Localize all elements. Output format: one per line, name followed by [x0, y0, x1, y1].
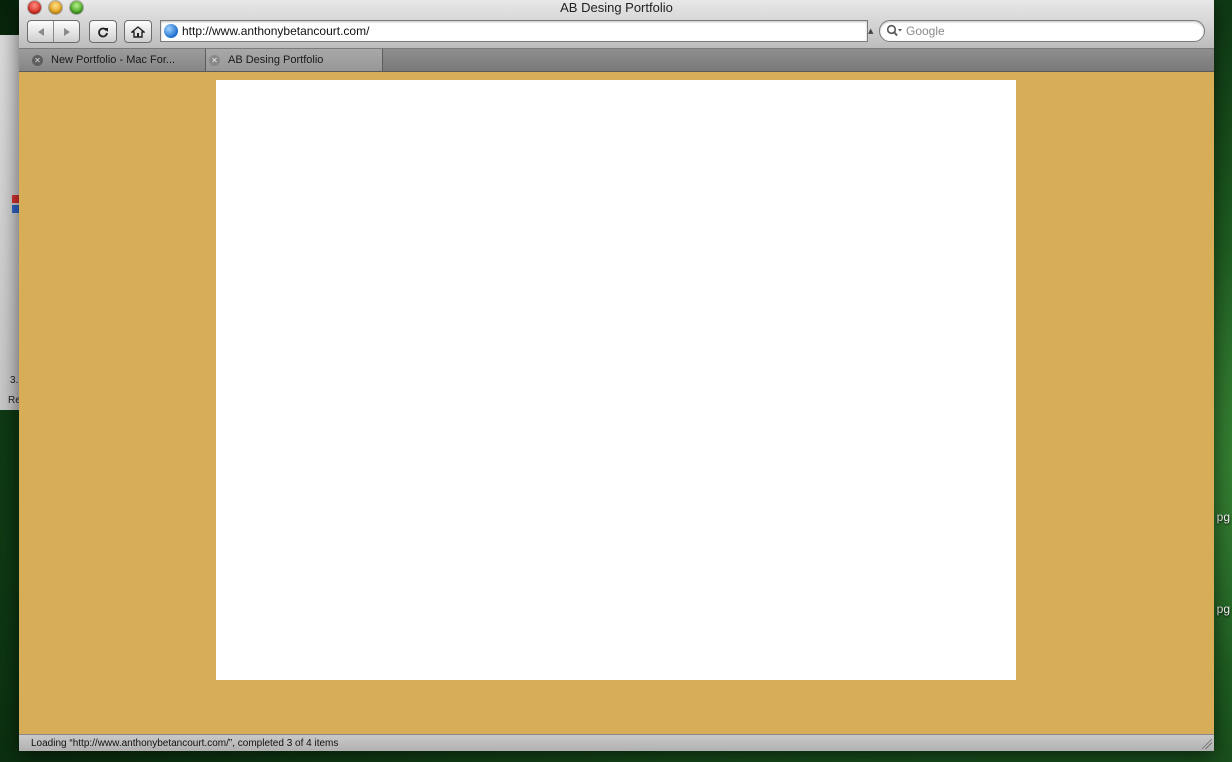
page-content — [19, 72, 1214, 734]
tab-ab-desing-portfolio[interactable]: ✕ AB Desing Portfolio — [206, 49, 383, 71]
status-text: Loading “http://www.anthonybetancourt.co… — [31, 737, 339, 749]
title-bar: AB Desing Portfolio http://www.anthonybe — [19, 0, 1214, 49]
background-window-text: 3. — [10, 375, 19, 386]
back-button[interactable] — [28, 21, 53, 42]
back-forward-group — [27, 20, 80, 43]
close-tab-icon[interactable]: ✕ — [209, 54, 220, 66]
tab-label: AB Desing Portfolio — [228, 54, 324, 66]
home-icon — [131, 25, 145, 38]
site-globe-icon — [164, 24, 178, 38]
snapback-icon[interactable]: ▲ — [868, 27, 873, 35]
reload-icon — [98, 27, 108, 37]
tab-bar: ✕ New Portfolio - Mac For... ✕ AB Desing… — [19, 49, 1214, 72]
reload-button[interactable] — [89, 20, 117, 43]
desktop-icon-label[interactable]: pg — [1217, 602, 1230, 616]
search-icon — [886, 24, 902, 37]
tab-new-portfolio[interactable]: ✕ New Portfolio - Mac For... — [19, 49, 206, 71]
forward-button[interactable] — [53, 21, 79, 42]
desktop-icon-label[interactable]: pg — [1217, 510, 1230, 524]
forward-arrow-icon — [63, 27, 70, 36]
status-bar: Loading “http://www.anthonybetancourt.co… — [19, 734, 1214, 751]
close-tab-icon[interactable]: ✕ — [32, 54, 43, 66]
tab-label: New Portfolio - Mac For... — [51, 54, 176, 66]
search-placeholder: Google — [906, 24, 945, 38]
search-field[interactable]: Google — [879, 20, 1205, 42]
address-bar[interactable]: http://www.anthonybetancourt.com/ — [160, 20, 868, 42]
browser-window: AB Desing Portfolio http://www.anthonybe — [19, 0, 1214, 751]
home-button[interactable] — [124, 20, 152, 43]
page-white-panel — [216, 80, 1016, 680]
url-text[interactable]: http://www.anthonybetancourt.com/ — [182, 24, 369, 38]
window-title: AB Desing Portfolio — [560, 0, 673, 15]
back-arrow-icon — [37, 27, 44, 36]
resize-grip-icon[interactable] — [1202, 739, 1212, 749]
